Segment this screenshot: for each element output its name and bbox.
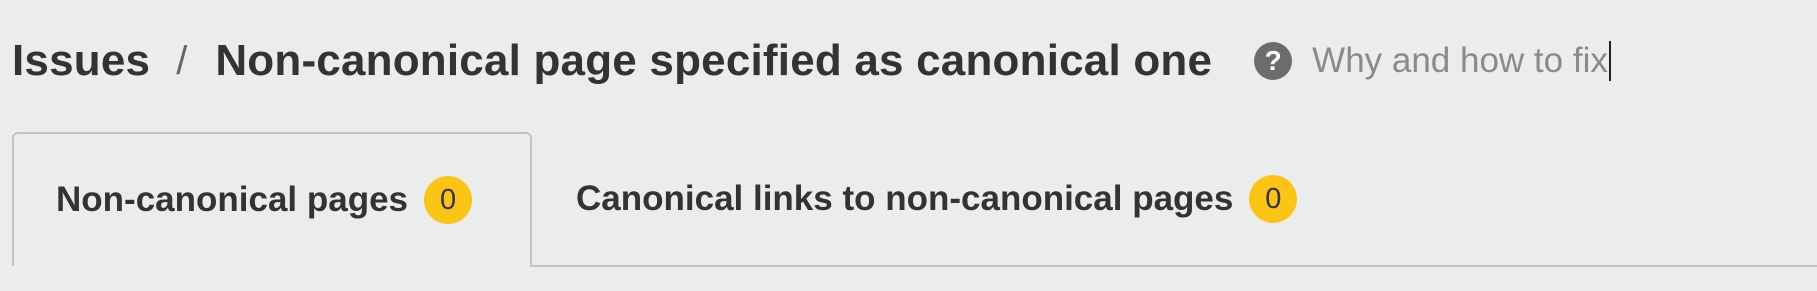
breadcrumb-separator: / — [176, 38, 188, 83]
tab-label: Canonical links to non-canonical pages — [576, 179, 1234, 218]
text-cursor — [1608, 40, 1611, 81]
count-badge: 0 — [424, 176, 473, 224]
help-link-text: Why and how to fix — [1312, 41, 1608, 80]
breadcrumb-issues-link[interactable]: Issues — [12, 36, 150, 86]
count-badge: 0 — [1249, 175, 1298, 223]
page-title: Non-canonical page specified as canonica… — [215, 36, 1213, 85]
tab-canonical-links[interactable]: Canonical links to non-canonical pages 0 — [576, 132, 1298, 266]
page-header: Issues / Non-canonical page specified as… — [12, 30, 1611, 92]
help-link-label: Why and how to fix — [1312, 40, 1611, 81]
tab-non-canonical-pages[interactable]: Non-canonical pages 0 — [12, 132, 532, 266]
help-link[interactable]: ? Why and how to fix — [1254, 40, 1611, 81]
question-circle-icon: ? — [1254, 42, 1293, 80]
tab-label: Non-canonical pages — [56, 180, 409, 219]
tab-bar: Non-canonical pages 0 Canonical links to… — [0, 132, 1817, 268]
